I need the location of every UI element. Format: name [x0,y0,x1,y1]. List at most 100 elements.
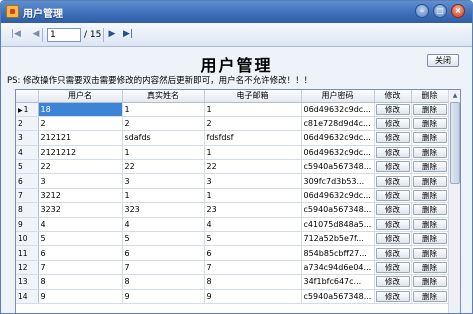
table-row[interactable]: 6 3 3 3 309fc7d3b53... 修改 删除 [16,173,449,189]
cell-password[interactable]: 712a52b5e7f... [301,231,375,247]
vertical-scrollbar[interactable]: ▲ [448,90,460,313]
cell-password[interactable]: c81e728d9d4c... [301,116,375,132]
user-grid[interactable]: 用户名 真实姓名 电子邮箱 用户密码 修改 删除 ▶1 18 1 1 06d49632c… [15,89,461,313]
next-page-icon[interactable]: ▶ [107,29,117,40]
delete-button[interactable]: 删除 [412,118,447,130]
delete-button[interactable]: 删除 [412,175,447,187]
maximize-icon[interactable]: □ [433,4,447,18]
table-row[interactable]: 8 3232 323 23 c5940a567348... 修改 删除 [16,202,449,218]
cell-realname[interactable]: 7 [122,260,205,276]
cell-email[interactable]: 7 [204,260,302,276]
row-header[interactable]: 6 [16,173,39,189]
cell-username[interactable]: 18 [38,102,123,117]
edit-button[interactable]: 修改 [375,290,410,302]
table-row[interactable]: 14 9 9 9 c5940a567348... 修改 删除 [16,289,449,304]
delete-button[interactable]: 删除 [412,218,447,230]
column-header-username[interactable]: 用户名 [38,90,123,103]
edit-button[interactable]: 修改 [375,103,410,115]
row-header[interactable]: 12 [16,260,39,276]
cell-realname[interactable]: 1 [122,145,205,161]
edit-button[interactable]: 修改 [375,233,410,245]
close-window-icon[interactable]: × [451,4,465,18]
table-row[interactable]: 5 22 22 22 c5940a567348... 修改 删除 [16,159,449,175]
table-row[interactable]: ▶1 18 1 1 06d49632c9dc... 修改 删除 [16,102,449,117]
cell-password[interactable]: 854b85cbff27... [301,245,375,261]
cell-email[interactable]: 1 [204,188,302,204]
row-header[interactable]: 3 [16,130,39,146]
cell-realname[interactable]: 9 [122,289,205,304]
table-row[interactable]: 4 2121212 1 1 06d49632c9dc... 修改 删除 [16,145,449,161]
cell-email[interactable]: 8 [204,274,302,290]
table-row[interactable]: 11 6 6 6 854b85cbff27... 修改 删除 [16,245,449,261]
cell-realname[interactable]: 323 [122,202,205,218]
first-page-icon[interactable]: |◀ [11,29,21,40]
cell-realname[interactable]: 2 [122,116,205,132]
cell-password[interactable]: c5940a567348... [301,159,375,175]
cell-email[interactable]: 2 [204,116,302,132]
edit-button[interactable]: 修改 [375,132,410,144]
cell-email[interactable]: 23 [204,202,302,218]
edit-button[interactable]: 修改 [375,161,410,173]
edit-button[interactable]: 修改 [375,204,410,216]
cell-realname[interactable]: 3 [122,173,205,189]
delete-button[interactable]: 删除 [412,247,447,259]
edit-button[interactable]: 修改 [375,247,410,259]
cell-password[interactable]: 309fc7d3b53... [301,173,375,189]
cell-password[interactable]: 06d49632c9dc... [301,130,375,146]
page-number-input[interactable] [47,28,81,42]
cell-email[interactable]: 4 [204,217,302,233]
title-bar[interactable]: 用户管理 – □ × [1,1,472,23]
cell-username[interactable]: 2121212 [38,145,123,161]
delete-button[interactable]: 删除 [412,161,447,173]
minimize-icon[interactable]: – [415,4,429,18]
column-header-email[interactable]: 电子邮箱 [204,90,302,103]
delete-button[interactable]: 删除 [412,261,447,273]
row-header[interactable]: 8 [16,202,39,218]
delete-button[interactable]: 删除 [412,276,447,288]
table-row[interactable]: 13 8 8 8 34f1bfc647c... 修改 删除 [16,274,449,290]
close-button[interactable]: 关闭 [427,54,459,67]
cell-username[interactable]: 3 [38,173,123,189]
cell-realname[interactable]: 1 [122,188,205,204]
edit-button[interactable]: 修改 [375,146,410,158]
table-row[interactable]: 10 5 5 5 712a52b5e7f... 修改 删除 [16,231,449,247]
delete-button[interactable]: 删除 [412,290,447,302]
edit-button[interactable]: 修改 [375,261,410,273]
column-header-edit[interactable]: 修改 [374,90,412,103]
cell-email[interactable]: 1 [204,145,302,161]
cell-password[interactable]: c5940a567348... [301,289,375,304]
table-row[interactable]: 2 2 2 2 c81e728d9d4c... 修改 删除 [16,116,449,132]
cell-username[interactable]: 6 [38,245,123,261]
cell-password[interactable]: 06d49632c9dc... [301,188,375,204]
cell-password[interactable]: 06d49632c9dc... [301,145,375,161]
cell-username[interactable]: 7 [38,260,123,276]
cell-realname[interactable]: 6 [122,245,205,261]
row-header[interactable]: 13 [16,274,39,290]
last-page-icon[interactable]: ▶| [123,29,133,40]
delete-button[interactable]: 删除 [412,204,447,216]
row-header[interactable]: 10 [16,231,39,247]
delete-button[interactable]: 删除 [412,103,447,115]
edit-button[interactable]: 修改 [375,175,410,187]
table-row[interactable]: 3 212121 sdafds fdsfdsf 06d49632c9dc... 修改 删除 [16,130,449,146]
cell-password[interactable]: 06d49632c9dc... [301,102,375,117]
cell-realname[interactable]: 4 [122,217,205,233]
cell-email[interactable]: 6 [204,245,302,261]
edit-button[interactable]: 修改 [375,218,410,230]
cell-username[interactable]: 3232 [38,202,123,218]
column-header-password[interactable]: 用户密码 [301,90,375,103]
cell-realname[interactable]: 22 [122,159,205,175]
cell-realname[interactable]: 8 [122,274,205,290]
table-row[interactable]: 7 3212 1 1 06d49632c9dc... 修改 删除 [16,188,449,204]
cell-username[interactable]: 2 [38,116,123,132]
column-header-realname[interactable]: 真实姓名 [122,90,205,103]
cell-password[interactable]: 34f1bfc647c... [301,274,375,290]
cell-username[interactable]: 22 [38,159,123,175]
row-header[interactable]: 9 [16,217,39,233]
row-header[interactable]: 2 [16,116,39,132]
column-header-delete[interactable]: 删除 [411,90,449,103]
cell-realname[interactable]: 5 [122,231,205,247]
prev-page-icon[interactable]: ◀ [31,29,41,40]
row-header[interactable]: 5 [16,159,39,175]
cell-email[interactable]: 22 [204,159,302,175]
